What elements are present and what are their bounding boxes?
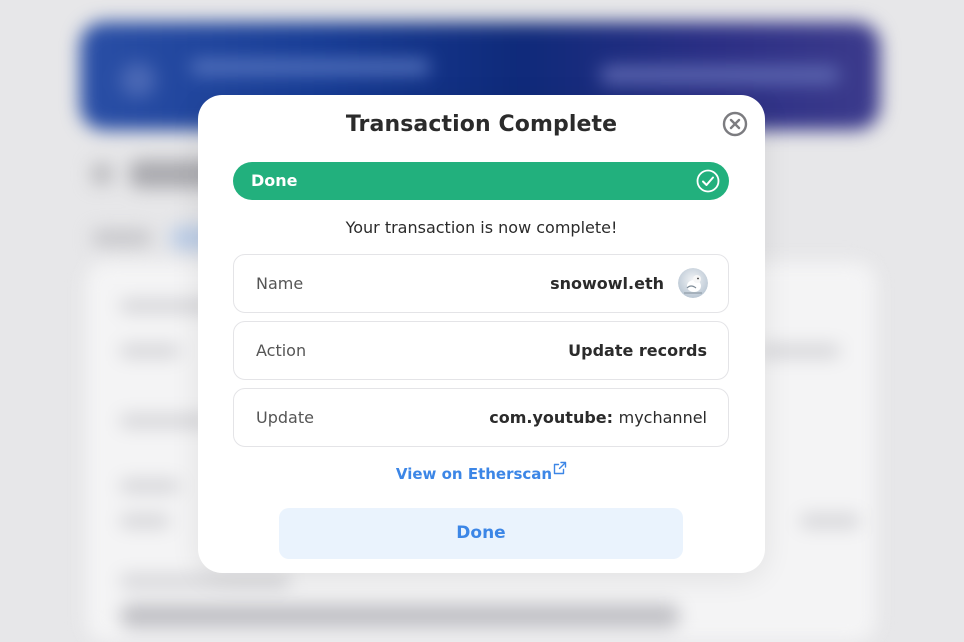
background-line bbox=[800, 515, 860, 527]
done-button[interactable]: Done bbox=[279, 508, 683, 559]
background-line bbox=[760, 345, 840, 357]
progress-bar: Done bbox=[233, 162, 729, 200]
etherscan-link-label: View on Etherscan bbox=[395, 465, 553, 483]
record-key: com.youtube: bbox=[489, 408, 614, 427]
external-link-icon bbox=[553, 461, 567, 479]
row-value: snowowl.eth bbox=[550, 274, 664, 293]
completion-message: Your transaction is now complete! bbox=[345, 218, 618, 237]
row-label: Name bbox=[256, 274, 304, 293]
row-label: Update bbox=[256, 408, 314, 427]
background-line bbox=[120, 480, 180, 492]
etherscan-link[interactable]: View on Etherscan bbox=[198, 461, 765, 483]
detail-row-update: Update com.youtube: mychannel bbox=[233, 388, 729, 447]
background-tab bbox=[92, 230, 152, 246]
close-button[interactable] bbox=[722, 111, 748, 137]
background-line bbox=[120, 415, 210, 427]
check-circle-icon bbox=[696, 169, 720, 193]
transaction-modal: Transaction Complete Done Your transacti… bbox=[198, 95, 765, 573]
detail-row-action: Action Update records bbox=[233, 321, 729, 380]
close-circle-icon bbox=[722, 111, 748, 137]
background-back-button bbox=[92, 164, 112, 184]
detail-row-name: Name snowowl.eth bbox=[233, 254, 729, 313]
background-line bbox=[120, 575, 290, 587]
avatar bbox=[678, 268, 708, 298]
row-label: Action bbox=[256, 341, 307, 360]
background-line bbox=[120, 345, 180, 357]
progress-label: Done bbox=[251, 171, 298, 190]
row-value: com.youtube: mychannel bbox=[489, 389, 707, 446]
background-line bbox=[120, 515, 170, 527]
background-bar bbox=[120, 604, 680, 628]
row-value: Update records bbox=[568, 341, 707, 360]
record-value: mychannel bbox=[618, 408, 707, 427]
modal-title: Transaction Complete bbox=[345, 112, 618, 137]
